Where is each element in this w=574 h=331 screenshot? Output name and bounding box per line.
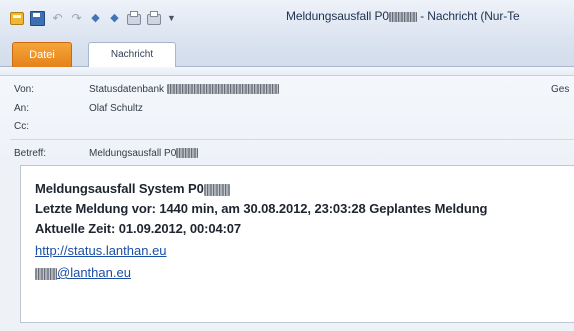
message-body[interactable]: Meldungsausfall System P0 Letzte Meldung… <box>20 165 574 323</box>
from-value-text: Statusdatenbank <box>89 84 167 95</box>
down-arrow-icon[interactable]: ◆ <box>108 12 121 25</box>
status-link[interactable]: http://status.lanthan.eu <box>35 243 167 258</box>
sent-label: Ges <box>551 84 570 95</box>
body-line-system: Meldungsausfall System P0 <box>35 181 230 196</box>
save-icon[interactable] <box>30 10 45 26</box>
cc-label: Cc: <box>14 121 29 132</box>
to-label: An: <box>14 103 30 114</box>
undo-icon[interactable]: ↶ <box>51 11 64 25</box>
message-header: Von: Statusdatenbank Ges An: Olaf Schult… <box>0 76 574 164</box>
from-value[interactable]: Statusdatenbank <box>89 84 279 95</box>
ribbon-tab-bar: Datei Nachricht <box>0 36 574 68</box>
redo-icon[interactable]: ↷ <box>70 11 83 25</box>
print-preview-icon[interactable] <box>147 11 161 25</box>
tab-message[interactable]: Nachricht <box>88 42 176 68</box>
window-title: Meldungsausfall P0 - Nachricht (Nur-Te <box>286 9 574 23</box>
body-line-current-time: Aktuelle Zeit: 01.09.2012, 00:04:07 <box>35 221 242 236</box>
body-line-system-text: Meldungsausfall System P0 <box>35 181 204 196</box>
window-title-prefix: Meldungsausfall P0 <box>286 9 389 23</box>
title-bar: ↶ ↷ ◆ ◆ ▼ Meldungsausfall P0 - Nachricht… <box>0 0 574 36</box>
window-title-suffix: - Nachricht (Nur-Te <box>416 9 520 23</box>
subject-value-text: Meldungsausfall P0 <box>89 148 177 159</box>
up-arrow-icon[interactable]: ◆ <box>89 12 102 25</box>
to-value[interactable]: Olaf Schultz <box>89 103 143 114</box>
redacted-text <box>388 11 417 22</box>
customize-dropdown-icon[interactable]: ▼ <box>167 12 180 25</box>
subject-value: Meldungsausfall P0 <box>89 148 199 159</box>
outlook-app-icon[interactable] <box>10 11 24 25</box>
body-line-last-report: Letzte Meldung vor: 1440 min, am 30.08.2… <box>35 201 488 216</box>
redacted-text <box>203 183 230 196</box>
redacted-text <box>35 267 57 280</box>
redacted-sender <box>166 84 279 95</box>
tab-file[interactable]: Datei <box>12 42 72 67</box>
header-divider <box>10 139 574 140</box>
ribbon-collapsed-strip <box>0 67 574 76</box>
print-icon[interactable] <box>127 11 141 25</box>
redacted-text <box>176 148 199 159</box>
email-link[interactable]: @lanthan.eu <box>35 265 131 280</box>
subject-label: Betreff: <box>14 148 47 159</box>
quick-access-toolbar: ↶ ↷ ◆ ◆ ▼ <box>10 10 180 26</box>
from-label: Von: <box>14 84 35 95</box>
email-link-text: @lanthan.eu <box>57 265 131 280</box>
